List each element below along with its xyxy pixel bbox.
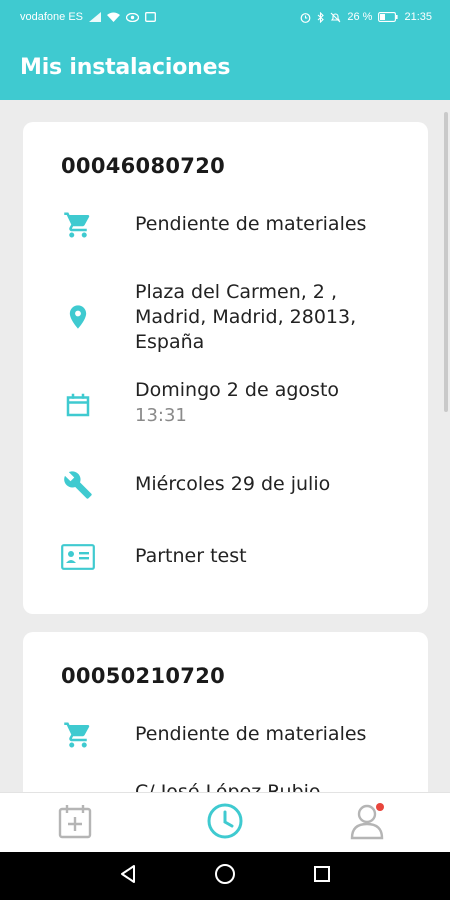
bottom-navigation — [0, 792, 450, 852]
recents-icon[interactable] — [312, 864, 332, 889]
system-navigation — [0, 852, 450, 900]
screenshot-icon — [145, 12, 156, 22]
status-text: Pendiente de materiales — [135, 213, 367, 235]
battery-icon — [378, 12, 399, 22]
wrench-icon — [61, 468, 95, 502]
battery-percent: 26 % — [347, 11, 373, 23]
clock-icon — [206, 802, 244, 845]
calendar-icon — [61, 388, 95, 422]
partner-text: Partner test — [135, 545, 247, 567]
cart-icon — [61, 718, 95, 752]
status-bar: vodafone ES 26 % 21:35 — [0, 0, 450, 34]
location-pin-icon — [61, 300, 95, 334]
back-icon[interactable] — [118, 864, 138, 889]
installation-id: 00046080720 — [61, 154, 226, 178]
address-line-1: Plaza del Carmen, 2 , — [135, 281, 337, 303]
date-text: Domingo 2 de agosto — [135, 379, 340, 401]
date-row: Domingo 2 de agosto 13:31 — [61, 378, 408, 432]
notification-badge — [376, 803, 384, 811]
signal-icon — [89, 12, 101, 22]
eye-icon — [126, 12, 139, 22]
address-row: Plaza del Carmen, 2 , Madrid, Madrid, 28… — [61, 280, 408, 356]
status-row: Pendiente de materiales — [61, 718, 408, 752]
calendar-add-icon — [58, 803, 92, 844]
address-line-1: C/ José López Rubio — [135, 781, 321, 792]
address-line-2: Madrid, Madrid, 28013, — [135, 306, 357, 328]
time-text: 13:31 — [135, 405, 187, 426]
scrollbar[interactable] — [444, 112, 448, 412]
wifi-icon — [107, 12, 120, 22]
nav-calendar-add[interactable] — [53, 803, 97, 843]
address-row: C/ José López Rubio — [61, 780, 408, 792]
carrier-label: vodafone ES — [20, 11, 83, 23]
installation-card[interactable]: 00050210720 Pendiente de materiales C/ J… — [23, 632, 428, 792]
clock-time: 21:35 — [404, 11, 432, 23]
service-date-text: Miércoles 29 de julio — [135, 473, 331, 495]
partner-row: Partner test — [61, 540, 408, 574]
page-title: Mis instalaciones — [20, 54, 231, 80]
id-card-icon — [61, 540, 95, 574]
address-line-3: España — [135, 331, 205, 353]
alarm-icon — [300, 12, 311, 23]
service-date-row: Miércoles 29 de julio — [61, 468, 408, 502]
installation-card[interactable]: 00046080720 Pendiente de materiales Plaz… — [23, 122, 428, 614]
status-row: Pendiente de materiales — [61, 208, 408, 242]
nav-profile[interactable] — [346, 803, 390, 843]
nav-history[interactable] — [203, 803, 247, 843]
cart-icon — [61, 208, 95, 242]
bluetooth-icon — [317, 11, 325, 23]
installation-id: 00050210720 — [61, 664, 226, 688]
app-bar: Mis instalaciones — [0, 34, 450, 100]
installations-list[interactable]: 00046080720 Pendiente de materiales Plaz… — [0, 100, 450, 792]
status-text: Pendiente de materiales — [135, 723, 367, 745]
mute-icon — [330, 12, 341, 23]
home-icon[interactable] — [214, 863, 236, 890]
